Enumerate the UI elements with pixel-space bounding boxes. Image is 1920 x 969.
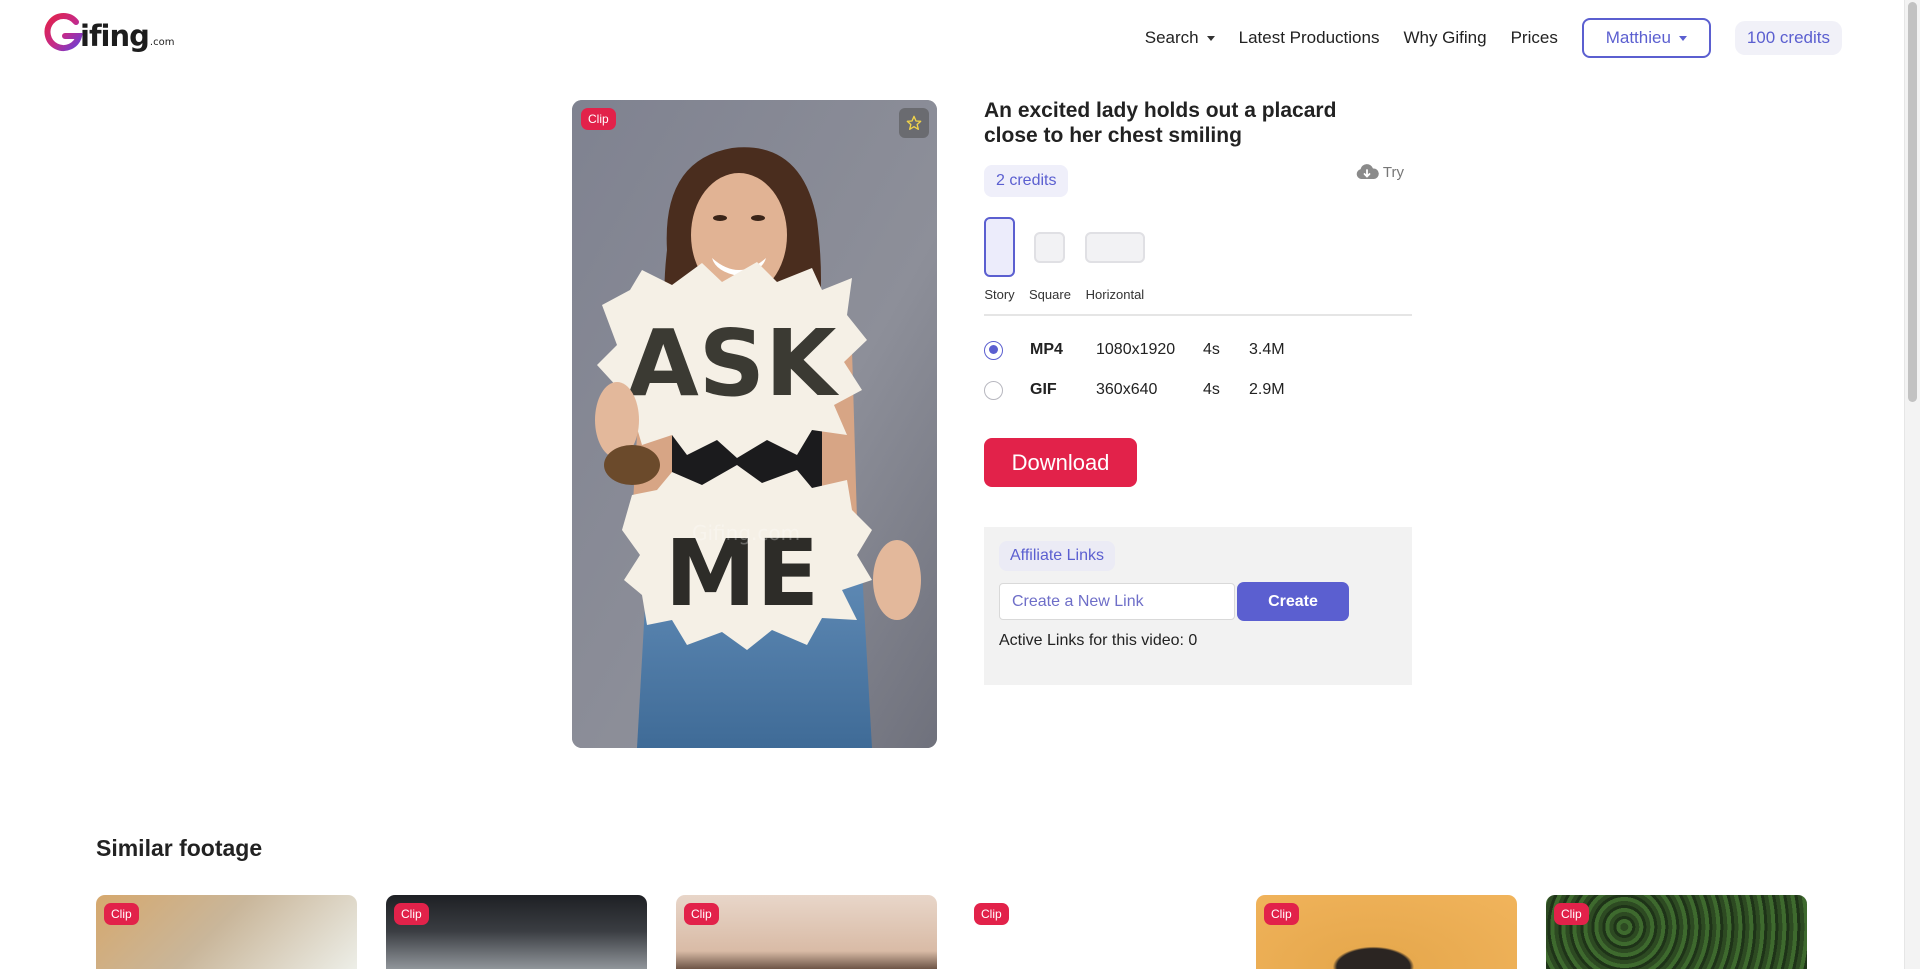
new-link-input[interactable] (999, 583, 1235, 620)
gifing-logo[interactable]: ifing .com (44, 12, 174, 52)
star-icon (906, 115, 922, 130)
file-resolution: 1080x1920 (1096, 341, 1176, 358)
clip-badge: Clip (1264, 903, 1299, 925)
nav-why-gifing[interactable]: Why Gifing (1403, 28, 1486, 48)
format-square-shape (1034, 231, 1066, 263)
nav-latest-productions[interactable]: Latest Productions (1239, 28, 1380, 48)
file-size: 3.4M (1249, 341, 1285, 358)
format-story[interactable]: Story (984, 217, 1015, 302)
format-square-shape-wrap (1034, 217, 1066, 277)
format-square[interactable]: Square (1029, 217, 1071, 302)
user-name: Matthieu (1605, 28, 1671, 47)
chevron-down-icon (1678, 35, 1687, 41)
format-horizontal-label: Horizontal (1085, 287, 1145, 302)
clip-badge: Clip (1554, 903, 1589, 925)
active-links-value: 0 (1188, 632, 1198, 649)
similar-clip-card[interactable]: Clip (966, 895, 1227, 969)
format-story-shape-wrap (984, 217, 1015, 277)
scrollbar-thumb[interactable] (1908, 2, 1917, 402)
user-menu-button[interactable]: Matthieu (1581, 18, 1711, 58)
clip-badge: Clip (394, 903, 429, 925)
affiliate-links-panel: Affiliate Links Create Active Links for … (984, 527, 1412, 685)
file-resolution: 360x640 (1096, 381, 1158, 398)
chevron-down-icon (1206, 35, 1215, 41)
nav-prices[interactable]: Prices (1511, 28, 1558, 48)
file-options: MP4 1080x1920 4s 3.4M GIF 360x640 4s 2.9… (984, 330, 1412, 410)
format-horizontal-shape-wrap (1084, 217, 1145, 277)
format-horizontal-shape (1084, 231, 1145, 263)
clip-badge: Clip (684, 903, 719, 925)
price-row: 2 credits Try (984, 163, 1412, 197)
sign-top-text: ASK (628, 310, 840, 417)
clip-badge: Clip (104, 903, 139, 925)
similar-footage-heading: Similar footage (96, 835, 263, 861)
file-radio-gif[interactable] (984, 380, 1003, 400)
main-nav: Search Latest Productions Why Gifing Pri… (1121, 18, 1842, 58)
clip-title: An excited lady holds out a placard clos… (984, 99, 1337, 147)
active-links-count: Active Links for this video: 0 (999, 632, 1197, 650)
top-navbar: ifing .com Search Latest Productions Why… (0, 0, 1904, 76)
clip-price-badge: 2 credits (984, 165, 1069, 197)
nav-search-label: Search (1144, 28, 1199, 47)
favorite-button[interactable] (899, 108, 929, 138)
similar-clip-card[interactable]: Clip (1256, 895, 1517, 969)
try-button[interactable]: Try (1355, 163, 1404, 181)
video-frame-image: ASK ME Gifing.com (572, 100, 937, 748)
logo-wordmark: ifing (80, 19, 150, 53)
file-option-gif[interactable]: GIF 360x640 4s 2.9M (984, 370, 1412, 410)
file-type: MP4 (1030, 341, 1063, 358)
video-preview[interactable]: ASK ME Gifing.com Clip (572, 100, 937, 748)
logo-g-icon (44, 12, 84, 52)
file-radio-mp4[interactable] (984, 340, 1003, 360)
try-label: Try (1382, 163, 1404, 181)
create-link-button[interactable]: Create (1237, 582, 1349, 621)
similar-clip-card[interactable]: Clip (676, 895, 937, 969)
page-scrollbar[interactable] (1904, 0, 1920, 969)
format-horizontal[interactable]: Horizontal (1084, 217, 1145, 302)
format-story-label: Story (984, 287, 1015, 302)
file-duration: 4s (1203, 381, 1220, 398)
file-option-mp4[interactable]: MP4 1080x1920 4s 3.4M (984, 330, 1412, 370)
active-links-label: Active Links for this video: (999, 632, 1189, 649)
cloud-download-icon (1356, 164, 1379, 179)
format-selector: Story Square Horizontal (984, 217, 1412, 316)
logo-suffix: .com (149, 37, 175, 48)
file-size: 2.9M (1249, 381, 1285, 398)
similar-clip-card[interactable]: Clip (96, 895, 357, 969)
file-duration: 4s (1203, 341, 1220, 358)
clip-badge: Clip (581, 108, 616, 130)
similar-clip-card[interactable]: Clip (386, 895, 647, 969)
video-watermark: Gifing.com (692, 521, 800, 545)
download-button[interactable]: Download (984, 438, 1137, 487)
clip-badge: Clip (974, 903, 1009, 925)
credits-balance[interactable]: 100 credits (1734, 21, 1842, 55)
format-story-shape (984, 217, 1015, 277)
nav-search-dropdown[interactable]: Search (1145, 28, 1215, 48)
clip-details-panel: An excited lady holds out a placard clos… (984, 98, 1412, 685)
similar-clip-card[interactable]: Clip (1546, 895, 1807, 969)
format-square-label: Square (1029, 287, 1071, 302)
affiliate-links-label: Affiliate Links (999, 541, 1115, 571)
file-type: GIF (1030, 381, 1057, 398)
